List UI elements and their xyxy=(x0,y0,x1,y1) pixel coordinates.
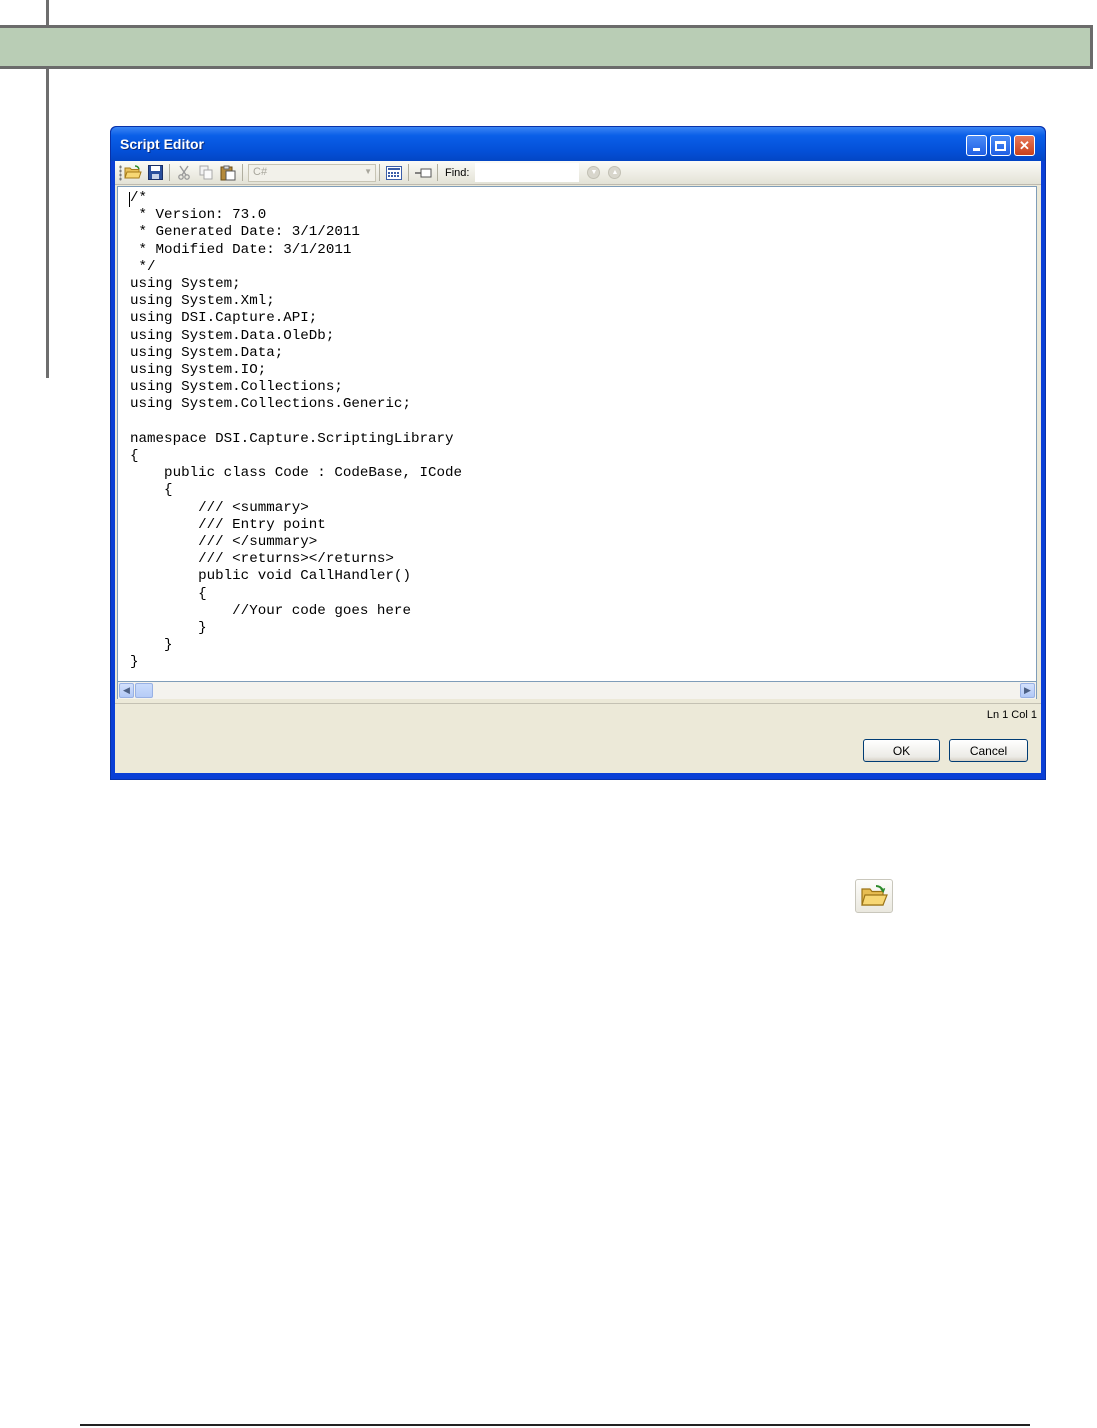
script-editor-window: Script Editor ✕ C# ▼ Find: ▼ ▲ /* * Vers… xyxy=(110,126,1046,780)
ok-button[interactable]: OK xyxy=(863,739,940,762)
cut-icon xyxy=(178,165,190,180)
find-previous-button[interactable]: ▲ xyxy=(608,166,622,179)
window-title: Script Editor xyxy=(120,136,205,152)
toolbar-separator xyxy=(408,164,409,181)
chevron-left-icon: ◀ xyxy=(123,685,130,695)
save-button[interactable] xyxy=(144,163,166,183)
language-value: C# xyxy=(253,165,268,178)
minimize-button[interactable] xyxy=(966,135,987,156)
window-client: C# ▼ Find: ▼ ▲ /* * Version: 73.0 * Gene… xyxy=(115,161,1041,773)
copy-button[interactable] xyxy=(195,163,217,183)
cut-button[interactable] xyxy=(173,163,195,183)
insert-button[interactable] xyxy=(412,163,434,183)
scroll-right-button[interactable]: ▶ xyxy=(1020,683,1035,698)
close-icon: ✕ xyxy=(1019,137,1030,153)
arrow-up-icon: ▲ xyxy=(611,169,619,176)
toolbar-separator xyxy=(169,164,170,181)
scroll-left-button[interactable]: ◀ xyxy=(119,683,134,698)
paste-icon xyxy=(220,165,236,180)
code-text[interactable]: /* * Version: 73.0 * Generated Date: 3/1… xyxy=(130,190,462,672)
toolbar: C# ▼ Find: ▼ ▲ xyxy=(115,161,1041,185)
close-button[interactable]: ✕ xyxy=(1014,135,1035,156)
open-folder-icon xyxy=(124,165,142,179)
find-next-button[interactable]: ▼ xyxy=(587,166,601,179)
open-folder-icon xyxy=(861,885,888,906)
find-input[interactable] xyxy=(475,163,580,182)
toolbar-separator xyxy=(242,164,243,181)
arrow-down-icon: ▼ xyxy=(590,169,598,176)
maximize-button[interactable] xyxy=(990,135,1011,156)
calculator-icon xyxy=(386,165,402,180)
chevron-right-icon: ▶ xyxy=(1024,685,1031,695)
toolbar-separator xyxy=(379,164,380,181)
maximize-icon xyxy=(995,140,1006,151)
scroll-thumb[interactable] xyxy=(135,683,153,698)
open-button[interactable] xyxy=(122,163,144,183)
paste-button[interactable] xyxy=(217,163,239,183)
title-bar[interactable]: Script Editor ✕ xyxy=(111,127,1045,161)
code-editor[interactable]: /* * Version: 73.0 * Generated Date: 3/1… xyxy=(117,186,1037,682)
horizontal-scrollbar[interactable]: ◀ ▶ xyxy=(117,682,1037,699)
find-label: Find: xyxy=(445,166,470,179)
copy-icon xyxy=(199,165,212,180)
toolbar-separator xyxy=(437,164,438,181)
page-footer-rule xyxy=(80,1424,1030,1426)
minimize-icon xyxy=(973,148,980,151)
calculator-button[interactable] xyxy=(383,163,405,183)
language-select[interactable]: C# ▼ xyxy=(248,163,376,182)
dropdown-arrow-icon: ▼ xyxy=(364,166,372,176)
insert-icon xyxy=(415,168,432,177)
cancel-button[interactable]: Cancel xyxy=(949,739,1028,762)
status-bar: Ln 1 Col 1 xyxy=(115,703,1041,726)
open-folder-icon-illustration xyxy=(855,879,893,913)
cursor-position: Ln 1 Col 1 xyxy=(986,709,1037,721)
save-icon xyxy=(147,165,163,180)
page-header-band xyxy=(0,25,1093,69)
